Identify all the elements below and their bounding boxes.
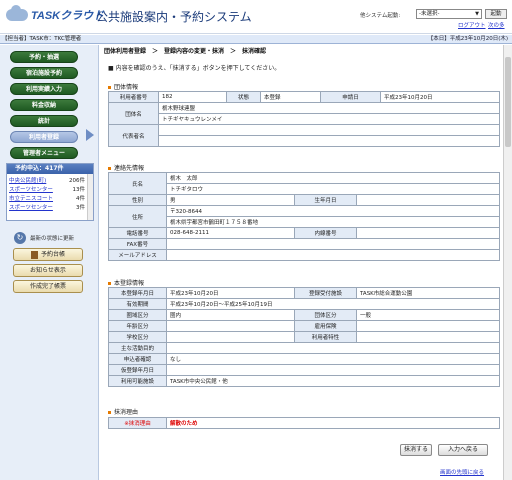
info-bar: 【担当者】TASK市：TKC管理者 【本日】平成23年10月20日(木) (0, 35, 512, 44)
back-to-input-button[interactable]: 入力へ戻る (438, 444, 488, 456)
contact-table: 氏名 栃木 太郎 トチギタロウ 性別 男 生年月日 住所 〒320-8644 栃… (108, 172, 500, 261)
request-title: 予約申込：417件 (7, 164, 93, 174)
system-select[interactable]: -未選択- (416, 9, 482, 19)
completed-report-button[interactable]: 作成完了帳票 (13, 280, 83, 293)
app-title: 公共施設案内・予約システム (96, 10, 252, 24)
main-scrollbar[interactable] (503, 45, 512, 480)
registration-section-label: 本登録情報 (108, 278, 144, 287)
request-box: 予約申込：417件 中央公民館(町) 206件 スポーツセンター 13件 市立テニス… (6, 163, 94, 221)
delete-button[interactable]: 抹消する (400, 444, 432, 456)
refresh-button[interactable]: ↻ 最新の状態に更新 (14, 231, 84, 245)
menu-user-registration[interactable]: 利用者登録 (10, 131, 78, 143)
menu-stats[interactable]: 統計 (10, 115, 78, 127)
other-system-label: 他システム起動: (360, 13, 401, 19)
back-to-top-link[interactable]: 画面の先頭に戻る (440, 468, 484, 476)
group-section-label: 団体情報 (108, 82, 138, 91)
menu-reservation[interactable]: 予約・抽選 (10, 51, 78, 63)
request-item[interactable]: 市立テニスコート 4件 (9, 195, 91, 204)
reason-section-label: 抹消理由 (108, 407, 138, 416)
task-cloud-logo: TASKクラウド (6, 5, 105, 22)
app-header: TASKクラウド 公共施設案内・予約システム 他システム起動: -未選択- 起動… (0, 0, 512, 34)
scroll-thumb[interactable] (505, 57, 511, 147)
request-list: 中央公民館(町) 206件 スポーツセンター 13件 市立テニスコート 4件 スポーツ… (7, 174, 93, 220)
menu-lodging[interactable]: 宿泊施設予約 (10, 67, 78, 79)
notice-button[interactable]: お知らせ表示 (13, 264, 83, 277)
contact-section-label: 連絡先情報 (108, 163, 144, 172)
reason-value: 解散のため (166, 417, 500, 429)
operator-info: 【担当者】TASK市：TKC管理者 (2, 36, 82, 42)
refresh-label: 最新の状態に更新 (30, 236, 75, 242)
active-arrow-icon (86, 129, 94, 141)
start-button[interactable]: 起動 (485, 9, 507, 19)
book-icon (30, 250, 38, 259)
reservation-ledger-button[interactable]: 予約台帳 (13, 248, 83, 261)
sidebar: 予約・抽選 宿泊施設予約 利用実績入力 料金収納 統計 利用者登録 管理者メニュ… (0, 45, 99, 480)
today-info: 【本日】平成23年10月20日(木) (427, 36, 508, 42)
request-scrollbar[interactable] (87, 174, 93, 220)
breadcrumb: 団体利用者登録 ＞ 登録内容の変更・抹消 ＞ 抹消確認 (104, 48, 267, 55)
menu-admin[interactable]: 管理者メニュー (10, 147, 78, 159)
next-link[interactable]: 次の多 (488, 21, 505, 29)
request-item[interactable]: スポーツセンター 13件 (9, 186, 91, 195)
registration-table: 本登録年月日 平成23年10月20日 登録受付施設 TASK市総合運動公園 有効… (108, 287, 500, 387)
reason-label: ※抹消理由 (108, 417, 167, 429)
logo-text: TASKクラウド (31, 10, 105, 22)
group-table: 利用者番号 182 状態 本登録 申請日 平成23年10月20日 団体名 栃木野… (108, 91, 500, 147)
request-item[interactable]: 中央公民館(町) 206件 (9, 177, 91, 186)
reason-table: ※抹消理由 解散のため (108, 417, 500, 429)
request-item[interactable]: スポーツセンター 3件 (9, 204, 91, 213)
cloud-icon (6, 5, 28, 21)
logout-link[interactable]: ログアウト (458, 21, 486, 29)
refresh-icon: ↻ (14, 232, 26, 244)
main-content: 団体利用者登録 ＞ 登録内容の変更・抹消 ＞ 抹消確認 ■ 内容を確認のうえ、「… (100, 45, 512, 480)
instruction-note: ■ 内容を確認のうえ、「抹消する」ボタンを押下してください。 (108, 65, 281, 72)
menu-usage-input[interactable]: 利用実績入力 (10, 83, 78, 95)
menu-fee[interactable]: 料金収納 (10, 99, 78, 111)
